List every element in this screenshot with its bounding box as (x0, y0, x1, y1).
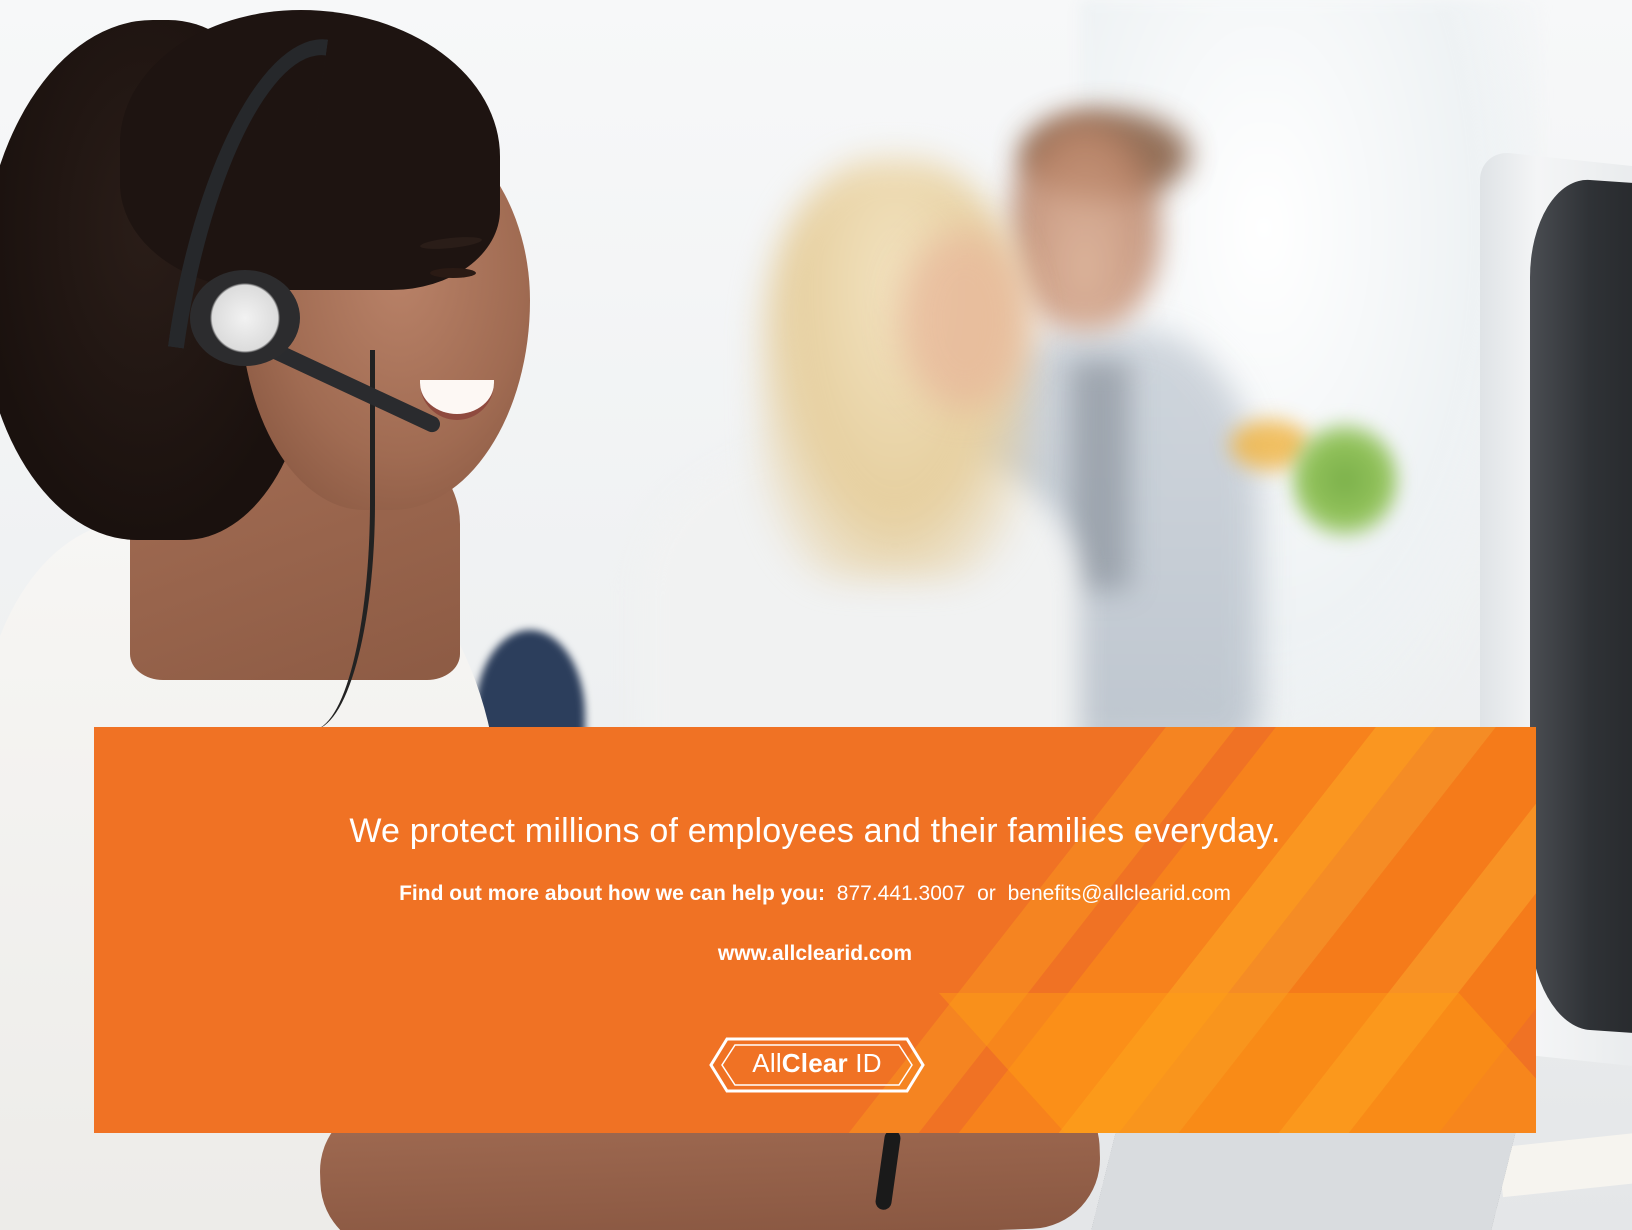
banner-content: We protect millions of employees and the… (94, 727, 1536, 1133)
logo-wordmark: AllClear ID (709, 1048, 925, 1079)
headset-earpiece (190, 270, 300, 366)
logo-text-all: All (752, 1048, 782, 1078)
background-man-head (1010, 120, 1160, 330)
contact-line: Find out more about how we can help you:… (94, 882, 1536, 906)
background-plant (1290, 420, 1400, 540)
monitor-screen (1530, 175, 1632, 1035)
allclear-id-logo: AllClear ID (709, 1037, 925, 1093)
background-man-tie (1070, 360, 1130, 590)
email-link[interactable]: benefits@allclearid.com (1008, 882, 1231, 905)
logo-text-id: ID (855, 1048, 882, 1078)
background-woman-face (900, 230, 1030, 410)
keyboard (1082, 1125, 1518, 1230)
contact-lead-text: Find out more about how we can help you: (399, 882, 825, 905)
tagline: We protect millions of employees and the… (349, 812, 1281, 850)
desk-paper (1497, 1132, 1632, 1198)
contact-separator: or (977, 882, 996, 905)
phone-number[interactable]: 877.441.3007 (837, 882, 965, 905)
website-link[interactable]: www.allclearid.com (94, 942, 1536, 966)
logo-text-clear: Clear (781, 1048, 848, 1078)
promo-banner: We protect millions of employees and the… (94, 727, 1536, 1133)
woman-eye (430, 268, 476, 278)
ad-page: We protect millions of employees and the… (0, 0, 1632, 1230)
